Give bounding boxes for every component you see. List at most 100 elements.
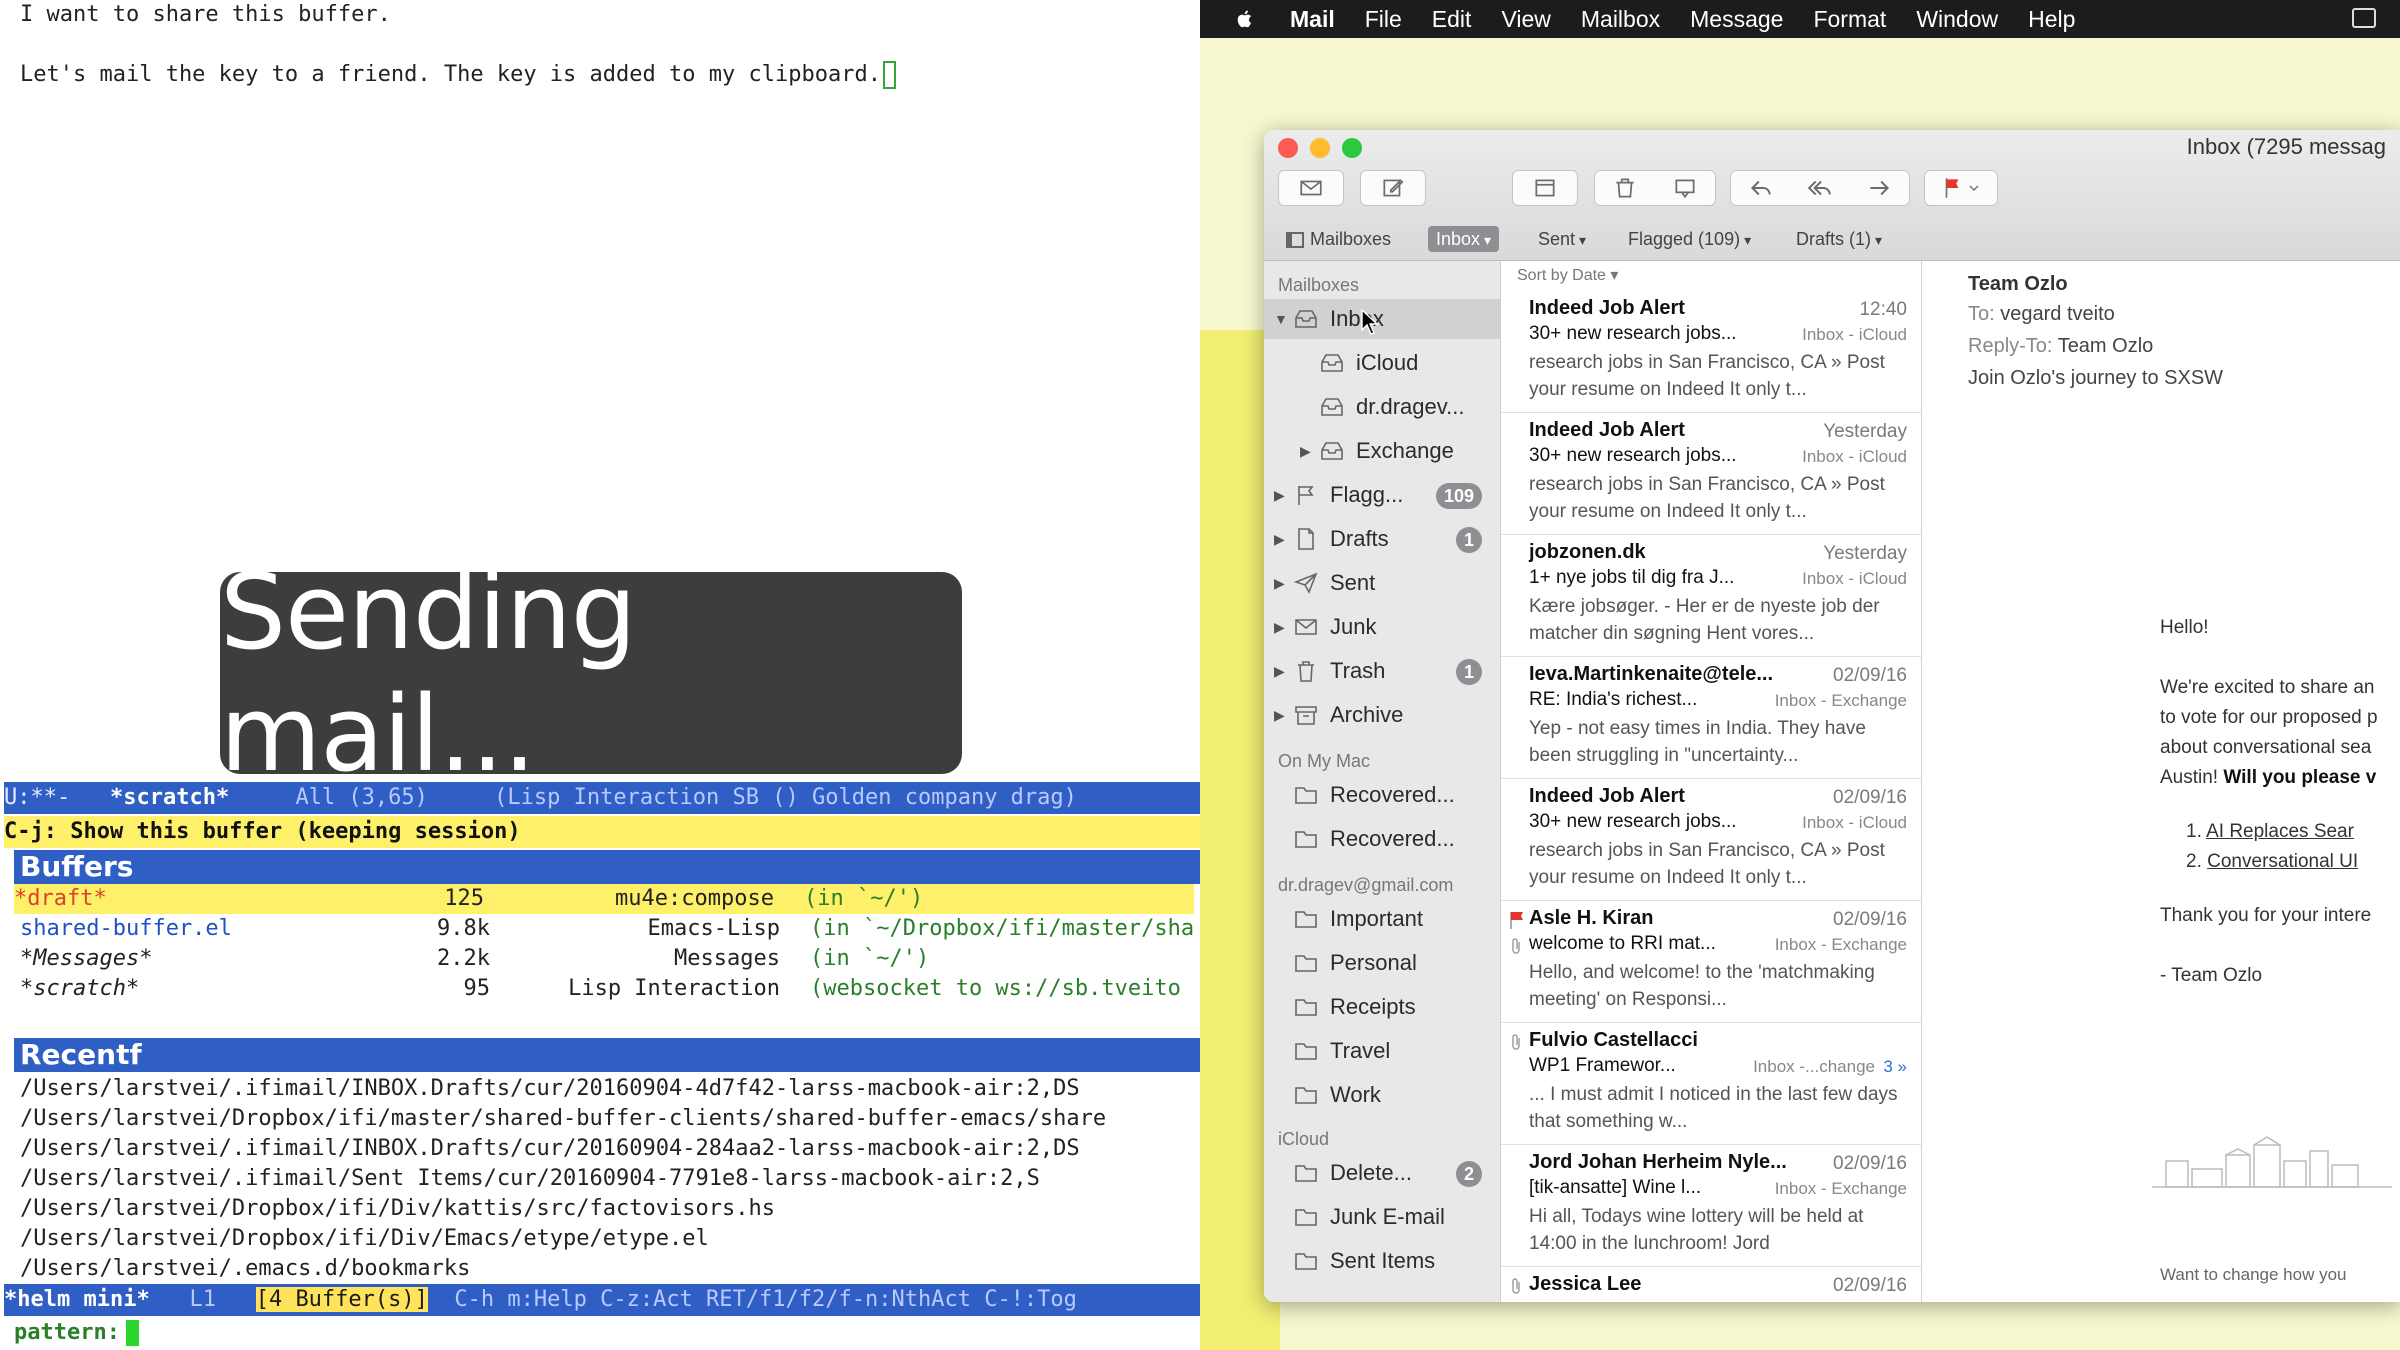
minimize-button[interactable] — [1310, 138, 1330, 158]
mailbox-sidebar[interactable]: Mailboxes ▼ Inbox iCloud dr.dragev... ▶ … — [1264, 261, 1501, 1302]
list-link[interactable]: AI Replaces Sear — [2206, 821, 2354, 842]
message-sender: Indeed Job Alert — [1529, 785, 1685, 807]
forward-icon[interactable] — [1866, 175, 1892, 201]
disclosure-closed-icon[interactable]: ▶ — [1274, 651, 1285, 691]
sidebar-item-receipts[interactable]: Receipts — [1264, 987, 1500, 1027]
sidebar-item-recovered[interactable]: Recovered... — [1264, 819, 1500, 859]
compose-button[interactable] — [1360, 170, 1426, 206]
sidebar-item-icloud[interactable]: iCloud — [1264, 343, 1500, 383]
mail-titlebar[interactable]: Inbox (7295 messag Mailboxes Inbox ▾ Sen… — [1264, 130, 2400, 261]
sidebar-item-junk-email[interactable]: Junk E-mail — [1264, 1197, 1500, 1237]
sidebar-item-flagged[interactable]: ▶ Flagg... 109 — [1264, 475, 1500, 515]
helm-modeline[interactable]: *helm mini* L1 [4 Buffer(s)] C-h m:Help … — [4, 1284, 1200, 1316]
menu-edit[interactable]: Edit — [1432, 6, 1472, 33]
menu-app-mail[interactable]: Mail — [1290, 6, 1335, 33]
fav-flagged[interactable]: Flagged (109) ▾ — [1620, 226, 1759, 252]
mail-window[interactable]: Inbox (7295 messag Mailboxes Inbox ▾ Sen… — [1264, 130, 2400, 1302]
disclosure-open-icon[interactable]: ▼ — [1274, 299, 1288, 339]
recentf-item[interactable]: /Users/larstvei/.ifimail/Sent Items/cur/… — [20, 1164, 1200, 1194]
list-item-1[interactable]: 1. AI Replaces Sear — [2186, 821, 2354, 843]
menu-message[interactable]: Message — [1690, 6, 1783, 33]
recentf-item[interactable]: /Users/larstvei/Dropbox/ifi/Div/Emacs/et… — [20, 1224, 1200, 1254]
menu-bar[interactable]: Mail File Edit View Mailbox Message Form… — [1200, 0, 2400, 38]
sidebar-item-drafts[interactable]: ▶ Drafts 1 — [1264, 519, 1500, 559]
menu-view[interactable]: View — [1501, 6, 1550, 33]
get-mail-button[interactable] — [1278, 170, 1344, 206]
close-button[interactable] — [1278, 138, 1298, 158]
trash-junk-group[interactable] — [1594, 170, 1716, 206]
disclosure-closed-icon[interactable]: ▶ — [1274, 519, 1285, 559]
list-link[interactable]: Conversational UI — [2207, 851, 2358, 872]
message-row[interactable]: Indeed Job Alert 12:40 30+ new research … — [1501, 291, 1921, 413]
flag-button[interactable] — [1924, 170, 1998, 206]
emacs-frame[interactable]: I want to share this buffer. Let's mail … — [0, 0, 1200, 1350]
junk-icon[interactable] — [1672, 175, 1698, 201]
menu-format[interactable]: Format — [1813, 6, 1886, 33]
list-item-2[interactable]: 2. Conversational UI — [2186, 851, 2358, 873]
zoom-button[interactable] — [1342, 138, 1362, 158]
disclosure-closed-icon[interactable]: ▶ — [1274, 475, 1285, 515]
thread-count[interactable]: 3 » — [1883, 1057, 1907, 1077]
menu-help[interactable]: Help — [2028, 6, 2075, 33]
message-row[interactable]: Jord Johan Herheim Nyle... 02/09/16 [tik… — [1501, 1145, 1921, 1267]
reply-group[interactable] — [1730, 170, 1910, 206]
sidebar-item-work[interactable]: Work — [1264, 1075, 1500, 1115]
disclosure-closed-icon[interactable]: ▶ — [1274, 695, 1285, 735]
message-row[interactable]: Indeed Job Alert 02/09/16 30+ new resear… — [1501, 779, 1921, 901]
sidebar-item-deleted[interactable]: Delete... 2 — [1264, 1153, 1500, 1193]
disclosure-closed-icon[interactable]: ▶ — [1300, 431, 1311, 471]
sidebar-item-archive[interactable]: ▶ Archive — [1264, 695, 1500, 735]
archive-button[interactable] — [1512, 170, 1578, 206]
sidebar-item-dragev[interactable]: dr.dragev... — [1264, 387, 1500, 427]
sidebar-item-trash[interactable]: ▶ Trash 1 — [1264, 651, 1500, 691]
fav-mailboxes[interactable]: Mailboxes — [1278, 226, 1399, 252]
apple-icon[interactable] — [1234, 8, 1256, 30]
trash-icon[interactable] — [1612, 175, 1638, 201]
recentf-item[interactable]: /Users/larstvei/Dropbox/ifi/Div/kattis/s… — [20, 1194, 1200, 1224]
disclosure-closed-icon[interactable]: ▶ — [1274, 607, 1285, 647]
scratch-buffer-text[interactable]: I want to share this buffer. Let's mail … — [20, 0, 896, 90]
sidebar-header-mailboxes: Mailboxes — [1278, 275, 1360, 295]
reply-icon[interactable] — [1748, 175, 1774, 201]
reply-all-icon[interactable] — [1807, 175, 1833, 201]
sidebar-item-important[interactable]: Important — [1264, 899, 1500, 939]
sidebar-item-exchange[interactable]: ▶ Exchange — [1264, 431, 1500, 471]
recentf-item[interactable]: /Users/larstvei/.emacs.d/bookmarks — [20, 1254, 1200, 1284]
favorites-bar[interactable]: Mailboxes Inbox ▾ Sent ▾ Flagged (109) ▾ Dr… — [1264, 222, 2400, 256]
message-row[interactable]: jobzonen.dk Yesterday 1+ nye jobs til di… — [1501, 535, 1921, 657]
recentf-item[interactable]: /Users/larstvei/Dropbox/ifi/master/share… — [20, 1104, 1200, 1134]
sidebar-item-travel[interactable]: Travel — [1264, 1031, 1500, 1071]
sidebar-item-sent-items[interactable]: Sent Items — [1264, 1241, 1500, 1281]
scratch-modeline[interactable]: U:**- *scratch* All (3,65) (Lisp Interac… — [4, 782, 1200, 814]
fav-inbox[interactable]: Inbox ▾ — [1428, 226, 1500, 252]
recentf-item[interactable]: /Users/larstvei/.ifimail/INBOX.Drafts/cu… — [20, 1074, 1200, 1104]
fav-sent[interactable]: Sent ▾ — [1530, 226, 1594, 252]
recentf-item[interactable]: /Users/larstvei/.ifimail/INBOX.Drafts/cu… — [20, 1134, 1200, 1164]
menu-file[interactable]: File — [1365, 6, 1402, 33]
sidebar-item-recovered[interactable]: Recovered... — [1264, 775, 1500, 815]
status-menu-icon[interactable] — [2352, 8, 2376, 28]
buffer-row-shared-buffer[interactable]: shared-buffer.el 9.8k Emacs-Lisp (in `~/… — [20, 914, 1200, 944]
disclosure-closed-icon[interactable]: ▶ — [1274, 563, 1285, 603]
message-row[interactable]: Fulvio Castellacci WP1 Framewor... Inbox… — [1501, 1023, 1921, 1145]
message-row[interactable]: Asle H. Kiran 02/09/16 welcome to RRI ma… — [1501, 901, 1921, 1023]
sidebar-item-inbox[interactable]: ▼ Inbox — [1264, 299, 1500, 339]
buffer-row-draft[interactable]: *draft* 125 mu4e:compose (in `~/') — [14, 884, 1194, 914]
sidebar-item-junk[interactable]: ▶ Junk — [1264, 607, 1500, 647]
menu-window[interactable]: Window — [1916, 6, 1998, 33]
message-row[interactable]: Jessica Lee 02/09/16 — [1501, 1267, 1921, 1302]
sidebar-item-personal[interactable]: Personal — [1264, 943, 1500, 983]
buffer-row-messages[interactable]: *Messages* 2.2k Messages (in `~/') — [20, 944, 1200, 974]
message-list[interactable]: Sort by Date ▾ Indeed Job Alert 12:40 30… — [1501, 261, 1922, 1302]
buffer-dir: (in `~/') — [810, 946, 930, 971]
buffer-row-scratch[interactable]: *scratch* 95 Lisp Interaction (websocket… — [20, 974, 1200, 1004]
sort-by-date[interactable]: Sort by Date ▾ — [1517, 265, 1618, 285]
minibuffer[interactable]: pattern: — [14, 1318, 139, 1348]
reading-pane[interactable]: Team Ozlo To: vegard tveito Reply-To: Te… — [1922, 261, 2400, 1302]
fav-drafts[interactable]: Drafts (1) ▾ — [1788, 226, 1890, 252]
message-row[interactable]: Indeed Job Alert Yesterday 30+ new resea… — [1501, 413, 1921, 535]
red-flag-icon[interactable] — [1509, 911, 1525, 929]
message-row[interactable]: Ieva.Martinkenaite@tele... 02/09/16 RE: … — [1501, 657, 1921, 779]
sidebar-item-sent[interactable]: ▶ Sent — [1264, 563, 1500, 603]
menu-mailbox[interactable]: Mailbox — [1581, 6, 1660, 33]
